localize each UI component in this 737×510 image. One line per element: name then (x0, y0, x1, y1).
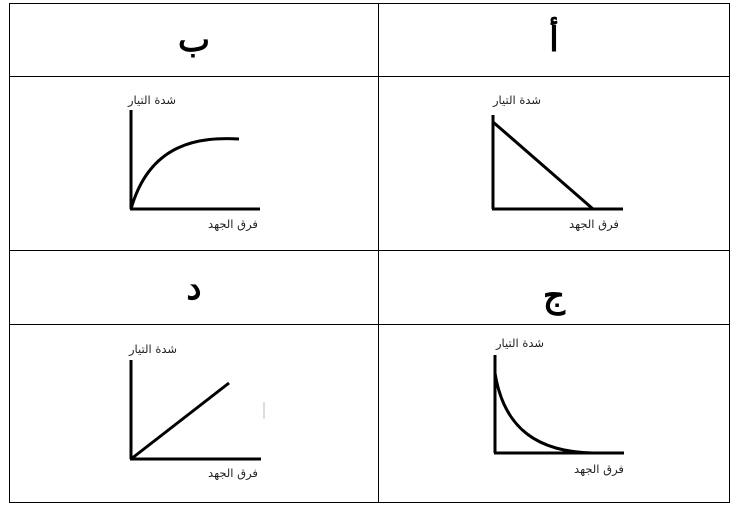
graph-cell-c: شدة التيار فرق الجهد (379, 325, 729, 502)
option-label-b: ب (177, 20, 210, 60)
graph-a: شدة التيار فرق الجهد (491, 93, 623, 232)
y-axis-label: شدة التيار (127, 93, 176, 108)
header-cell-c: ج (379, 251, 729, 324)
graph-b: شدة التيار فرق الجهد (127, 93, 260, 232)
header-cell-a: أ (379, 4, 729, 76)
graph-cell-b: شدة التيار فرق الجهد (10, 77, 378, 250)
y-axis-label: شدة التيار (492, 93, 541, 108)
option-label-c: ج (543, 275, 565, 316)
y-axis-label: شدة التيار (128, 342, 177, 357)
graph-cell-a: شدة التيار فرق الجهد (379, 77, 729, 250)
graph-d: شدة التيار فرق الجهد (128, 342, 265, 481)
curve-increasing-saturating (129, 137, 240, 210)
header-cell-b: ب (10, 4, 378, 76)
x-axis-label: فرق الجهد (208, 466, 258, 481)
curve-decreasing-concave (493, 372, 594, 455)
graph-cell-d: شدة التيار فرق الجهد (10, 325, 378, 502)
options-table: ب أ شدة التيار فرق الجهد شدة التيار فرق … (9, 3, 730, 503)
x-axis-label: فرق الجهد (574, 462, 624, 477)
option-label-d: د (186, 267, 202, 308)
line-increasing-linear (130, 381, 230, 461)
x-axis-label: فرق الجهد (208, 217, 258, 232)
header-cell-d: د (10, 251, 378, 324)
graph-c: شدة التيار فرق الجهد (493, 336, 624, 477)
option-label-a: أ (549, 20, 559, 60)
line-decreasing-linear (492, 120, 594, 211)
y-axis-label: شدة التيار (495, 336, 544, 351)
x-axis-label: فرق الجهد (569, 217, 619, 232)
